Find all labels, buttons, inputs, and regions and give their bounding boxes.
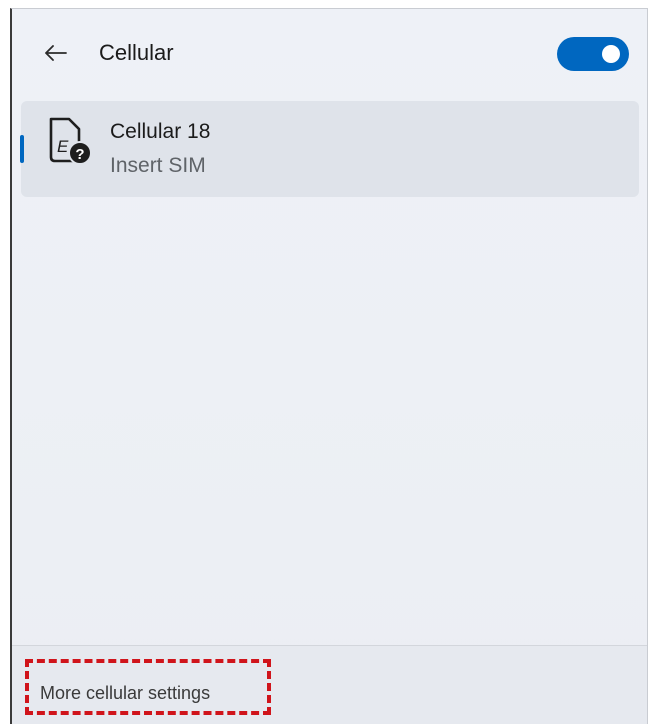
more-cellular-settings-link[interactable]: More cellular settings [40, 683, 210, 704]
flyout-header: Cellular [12, 9, 647, 99]
flyout-footer: More cellular settings [12, 645, 647, 724]
cellular-flyout-panel: Cellular E ? Cellular 18 Insert SIM More… [10, 8, 648, 724]
svg-text:E: E [57, 137, 69, 156]
cellular-toggle[interactable] [557, 37, 629, 71]
page-title: Cellular [99, 40, 174, 65]
sim-unknown-icon: E ? [49, 117, 92, 165]
network-status: Insert SIM [110, 154, 206, 177]
network-name: Cellular 18 [110, 120, 211, 143]
selection-indicator [20, 135, 24, 163]
toggle-knob [602, 45, 620, 63]
arrow-left-icon [45, 45, 67, 61]
svg-text:?: ? [75, 146, 84, 163]
back-button[interactable] [40, 37, 72, 69]
network-item-cellular-18[interactable]: E ? Cellular 18 Insert SIM [20, 101, 639, 197]
